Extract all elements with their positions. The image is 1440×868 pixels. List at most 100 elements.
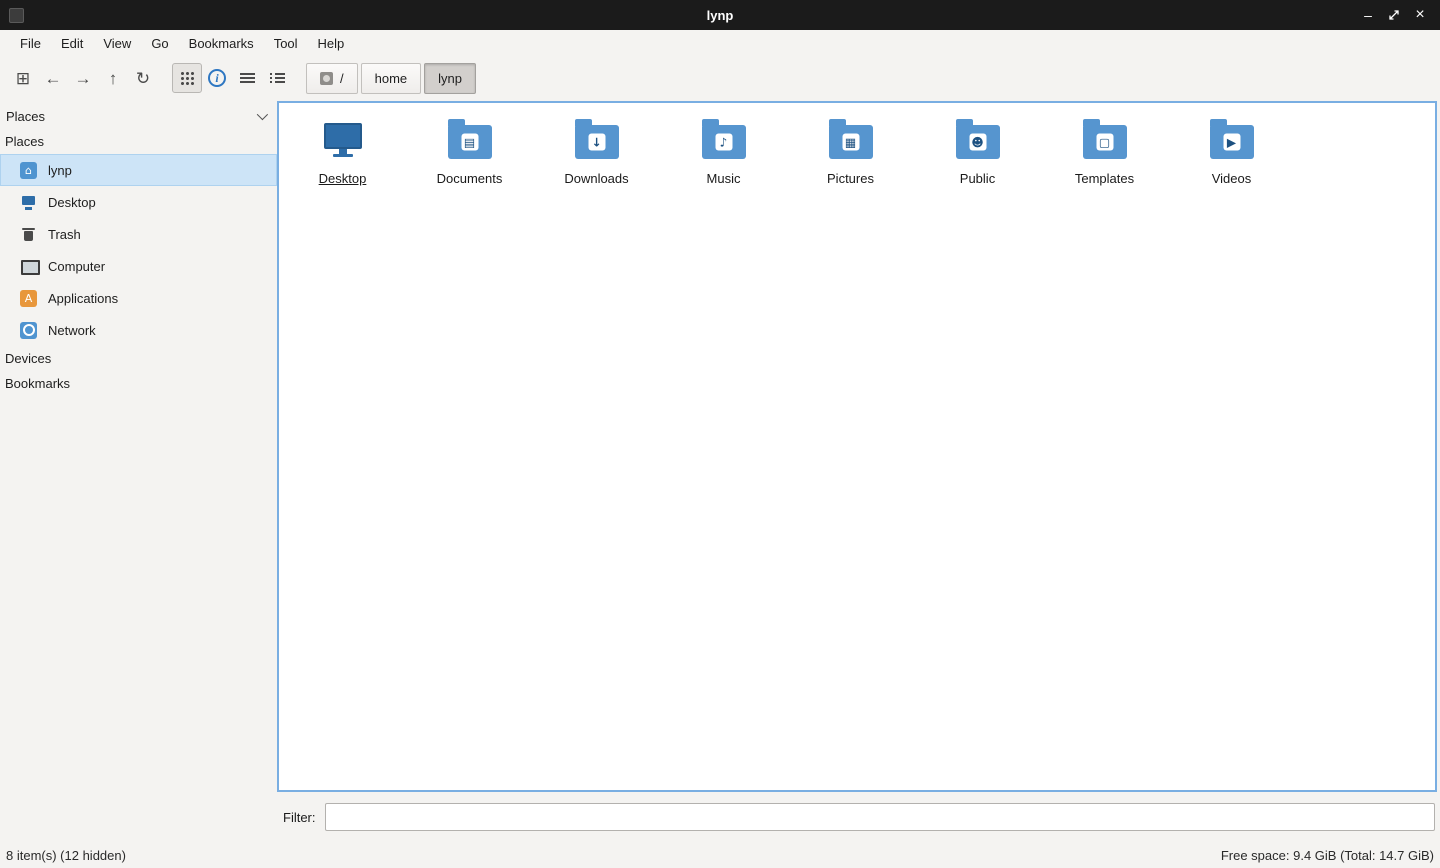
main-panel: Desktop ▤ Documents ↓ Downloads (277, 99, 1440, 844)
desktop-monitor-icon (321, 115, 365, 169)
file-documents[interactable]: ▤ Documents (406, 111, 533, 209)
sidebar-mode-selector[interactable]: Places (0, 103, 277, 129)
info-icon: i (208, 69, 226, 87)
refresh-button[interactable]: ↻ (128, 63, 158, 93)
sidebar-item-computer[interactable]: Computer (0, 250, 277, 282)
close-button[interactable]: × (1410, 5, 1430, 25)
refresh-icon: ↻ (136, 70, 150, 87)
restore-button[interactable] (1384, 5, 1404, 25)
chevron-down-icon[interactable] (257, 109, 268, 120)
statusbar: 8 item(s) (12 hidden) Free space: 9.4 Gi… (0, 844, 1440, 868)
desktop-icon (20, 194, 37, 211)
back-button[interactable]: ← (38, 63, 68, 93)
sidebar-tree-bookmarks[interactable]: Bookmarks (0, 371, 277, 396)
forward-icon: → (75, 70, 92, 87)
menubar: File Edit View Go Bookmarks Tool Help (0, 30, 1440, 57)
menu-item-go[interactable]: Go (141, 32, 178, 55)
file-label: Pictures (827, 171, 874, 186)
sidebar-tree-places[interactable]: Places (0, 129, 277, 154)
music-folder-icon: ♪ (702, 115, 746, 169)
path-root-label: / (340, 71, 344, 86)
sidebar-item-label: Network (48, 323, 96, 338)
folder-view[interactable]: Desktop ▤ Documents ↓ Downloads (277, 101, 1437, 792)
file-label: Desktop (319, 171, 367, 186)
app-icon (9, 8, 24, 23)
sidebar-item-network[interactable]: Network (0, 314, 277, 346)
file-music[interactable]: ♪ Music (660, 111, 787, 209)
window-controls: – × (1358, 5, 1440, 25)
item-count-text: 8 item(s) (12 hidden) (6, 848, 126, 863)
free-space-text: Free space: 9.4 GiB (Total: 14.7 GiB) (1221, 848, 1434, 863)
new-tab-icon: ⊞ (16, 70, 30, 87)
file-pictures[interactable]: ▦ Pictures (787, 111, 914, 209)
file-templates[interactable]: ▢ Templates (1041, 111, 1168, 209)
path-button-lynp[interactable]: lynp (424, 63, 476, 94)
grid-view-icon (180, 71, 195, 86)
path-lynp-label: lynp (438, 71, 462, 86)
sidebar-item-label: Desktop (48, 195, 96, 210)
window-title: lynp (0, 8, 1440, 23)
home-folder-icon: ⌂ (20, 162, 37, 179)
public-folder-icon: ☻ (956, 115, 1000, 169)
path-button-root[interactable]: / (306, 63, 358, 94)
computer-icon (20, 258, 37, 275)
menu-item-file[interactable]: File (10, 32, 51, 55)
pictures-folder-icon: ▦ (829, 115, 873, 169)
menu-button[interactable] (232, 63, 262, 93)
sidebar: Places Places ⌂ lynp Desktop Trash Compu… (0, 99, 277, 844)
file-label: Documents (437, 171, 503, 186)
sidebar-item-desktop[interactable]: Desktop (0, 186, 277, 218)
filter-label: Filter: (283, 810, 316, 825)
trash-icon (20, 226, 37, 243)
path-button-home[interactable]: home (361, 63, 422, 94)
filter-bar: Filter: (277, 792, 1440, 844)
file-label: Videos (1212, 171, 1252, 186)
file-label: Downloads (564, 171, 628, 186)
documents-folder-icon: ▤ (448, 115, 492, 169)
templates-folder-icon: ▢ (1083, 115, 1127, 169)
minimize-button[interactable]: – (1358, 5, 1378, 25)
up-icon: ↑ (109, 70, 118, 87)
file-label: Public (960, 171, 995, 186)
menu-item-tool[interactable]: Tool (264, 32, 308, 55)
applications-icon: A (20, 290, 37, 307)
back-icon: ← (45, 70, 62, 87)
sidebar-item-lynp[interactable]: ⌂ lynp (0, 154, 277, 186)
up-button[interactable]: ↑ (98, 63, 128, 93)
file-desktop[interactable]: Desktop (279, 111, 406, 209)
sidebar-item-label: Computer (48, 259, 105, 274)
network-icon (20, 322, 37, 339)
file-public[interactable]: ☻ Public (914, 111, 1041, 209)
filter-input[interactable] (325, 803, 1436, 831)
menu-item-edit[interactable]: Edit (51, 32, 93, 55)
list-view-button[interactable] (262, 63, 292, 93)
videos-folder-icon: ▶ (1210, 115, 1254, 169)
file-downloads[interactable]: ↓ Downloads (533, 111, 660, 209)
downloads-folder-icon: ↓ (575, 115, 619, 169)
path-bar: / home lynp (306, 63, 476, 94)
file-manager-window: lynp – × File Edit View Go Bookmarks Too… (0, 0, 1440, 868)
info-button[interactable]: i (202, 63, 232, 93)
menu-item-bookmarks[interactable]: Bookmarks (179, 32, 264, 55)
sidebar-item-trash[interactable]: Trash (0, 218, 277, 250)
hamburger-icon (240, 72, 255, 84)
sidebar-item-applications[interactable]: A Applications (0, 282, 277, 314)
toolbar: ⊞ ← → ↑ ↻ i / home lynp (0, 57, 1440, 99)
restore-icon (1388, 9, 1400, 21)
sidebar-item-label: Trash (48, 227, 81, 242)
path-home-label: home (375, 71, 408, 86)
menu-item-help[interactable]: Help (308, 32, 355, 55)
new-tab-button[interactable]: ⊞ (8, 63, 38, 93)
window-body: Places Places ⌂ lynp Desktop Trash Compu… (0, 99, 1440, 844)
file-videos[interactable]: ▶ Videos (1168, 111, 1295, 209)
titlebar: lynp – × (0, 0, 1440, 30)
menu-item-view[interactable]: View (93, 32, 141, 55)
list-view-icon (270, 72, 285, 84)
sidebar-item-label: Applications (48, 291, 118, 306)
drive-icon (320, 72, 333, 85)
forward-button[interactable]: → (68, 63, 98, 93)
sidebar-tree-devices[interactable]: Devices (0, 346, 277, 371)
sidebar-mode-label: Places (6, 109, 45, 124)
icon-view-button[interactable] (172, 63, 202, 93)
file-label: Templates (1075, 171, 1134, 186)
